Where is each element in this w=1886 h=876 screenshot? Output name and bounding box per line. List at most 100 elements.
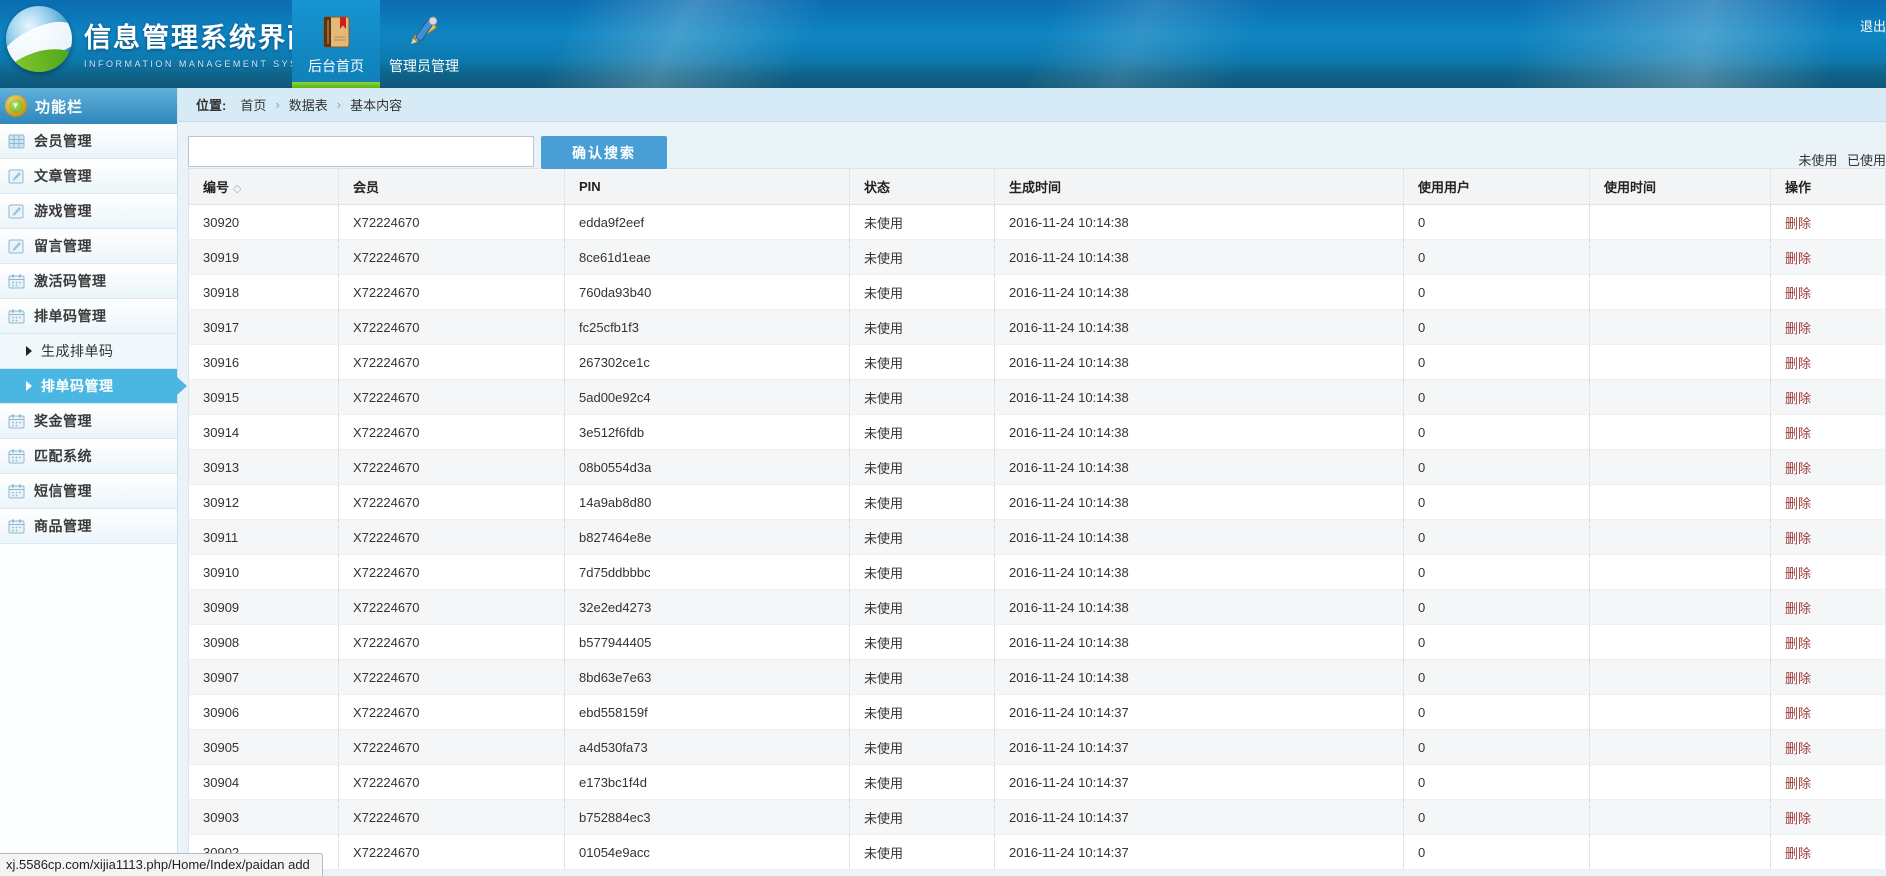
cell-member: X72224670 (339, 625, 565, 660)
sidebar-item-匹配系统[interactable]: 匹配系统 (0, 439, 177, 474)
sidebar: ▼ 功能栏 会员管理 文章管理 游戏管理 留言管理 激活码管理 排单码管理 生成… (0, 88, 178, 876)
sidebar-item-游戏管理[interactable]: 游戏管理 (0, 194, 177, 229)
table-row: 30906 X72224670 ebd558159f 未使用 2016-11-2… (189, 695, 1886, 730)
table-header: 编号◇ 会员 PIN 状态 生成时间 使用用户 使用时间 操作 (189, 169, 1886, 205)
cell-id: 30909 (189, 590, 339, 625)
cell-member: X72224670 (339, 485, 565, 520)
breadcrumb-datatable[interactable]: 数据表 (289, 95, 328, 114)
cell-pin: 08b0554d3a (565, 450, 850, 485)
cell-status: 未使用 (850, 415, 995, 450)
sidebar-item-文章管理[interactable]: 文章管理 (0, 159, 177, 194)
col-header-created: 生成时间 (995, 169, 1404, 205)
filter-unused-link[interactable]: 未使用 (1798, 153, 1837, 168)
delete-link[interactable]: 删除 (1785, 496, 1811, 511)
cell-member: X72224670 (339, 695, 565, 730)
delete-link[interactable]: 删除 (1785, 251, 1811, 266)
table-row: 30903 X72224670 b752884ec3 未使用 2016-11-2… (189, 800, 1886, 835)
cell-id: 30916 (189, 345, 339, 380)
calendar-icon (8, 518, 25, 535)
delete-link[interactable]: 删除 (1785, 601, 1811, 616)
sidebar-item-短信管理[interactable]: 短信管理 (0, 474, 177, 509)
delete-link[interactable]: 删除 (1785, 846, 1811, 861)
col-header-used-time: 使用时间 (1590, 169, 1771, 205)
cell-user: 0 (1404, 835, 1590, 870)
cell-created: 2016-11-24 10:14:38 (995, 240, 1404, 275)
col-header-id[interactable]: 编号◇ (189, 169, 339, 205)
delete-link[interactable]: 删除 (1785, 636, 1811, 651)
cell-pin: b577944405 (565, 625, 850, 660)
cell-status: 未使用 (850, 485, 995, 520)
delete-link[interactable]: 删除 (1785, 741, 1811, 756)
app-header: 信息管理系统界面 INFORMATION MANAGEMENT SYSTEM G… (0, 0, 1886, 88)
cell-used-time (1590, 485, 1771, 520)
sidebar-item-奖金管理[interactable]: 奖金管理 (0, 404, 177, 439)
cell-pin: 3e512f6fdb (565, 415, 850, 450)
cell-pin: fc25cfb1f3 (565, 310, 850, 345)
tab-backend-home[interactable]: 后台首页 (292, 0, 380, 88)
cell-created: 2016-11-24 10:14:37 (995, 800, 1404, 835)
sidebar-title: 功能栏 (35, 96, 83, 117)
app-logo (6, 6, 78, 78)
cell-id: 30917 (189, 310, 339, 345)
logout-link[interactable]: 退出 (1860, 16, 1886, 35)
sidebar-item-商品管理[interactable]: 商品管理 (0, 509, 177, 544)
sidebar-item-激活码管理[interactable]: 激活码管理 (0, 264, 177, 299)
sort-icon[interactable]: ◇ (233, 183, 241, 195)
cell-member: X72224670 (339, 205, 565, 240)
cell-created: 2016-11-24 10:14:38 (995, 450, 1404, 485)
breadcrumb-basic-content[interactable]: 基本内容 (350, 95, 402, 114)
delete-link[interactable]: 删除 (1785, 811, 1811, 826)
admin-tools-icon (405, 13, 443, 51)
delete-link[interactable]: 删除 (1785, 426, 1811, 441)
table-row: 30913 X72224670 08b0554d3a 未使用 2016-11-2… (189, 450, 1886, 485)
filter-used-link[interactable]: 已使用 (1847, 153, 1886, 168)
delete-link[interactable]: 删除 (1785, 321, 1811, 336)
sidebar-item-留言管理[interactable]: 留言管理 (0, 229, 177, 264)
cell-pin: b827464e8e (565, 520, 850, 555)
cell-id: 30910 (189, 555, 339, 590)
cell-created: 2016-11-24 10:14:37 (995, 765, 1404, 800)
delete-link[interactable]: 删除 (1785, 356, 1811, 371)
sidebar-subitem-排单码管理[interactable]: 排单码管理 (0, 369, 177, 404)
cell-user: 0 (1404, 590, 1590, 625)
cell-used-time (1590, 800, 1771, 835)
tab-admin-management[interactable]: 管理员管理 (380, 0, 468, 88)
cell-pin: 7d75ddbbbc (565, 555, 850, 590)
top-nav-tabs: 后台首页 管理员管理 (292, 0, 468, 88)
cell-status: 未使用 (850, 555, 995, 590)
delete-link[interactable]: 删除 (1785, 391, 1811, 406)
cell-pin: 14a9ab8d80 (565, 485, 850, 520)
cell-member: X72224670 (339, 835, 565, 870)
breadcrumb-home[interactable]: 首页 (240, 95, 266, 114)
sidebar-item-会员管理[interactable]: 会员管理 (0, 124, 177, 159)
table-row: 30911 X72224670 b827464e8e 未使用 2016-11-2… (189, 520, 1886, 555)
edit-icon (8, 168, 25, 185)
cell-used-time (1590, 275, 1771, 310)
sidebar-subitem-生成排单码[interactable]: 生成排单码 (0, 334, 177, 369)
confirm-search-button[interactable]: 确认搜索 (541, 136, 667, 169)
cell-created: 2016-11-24 10:14:37 (995, 695, 1404, 730)
cell-user: 0 (1404, 660, 1590, 695)
globe-logo-icon (6, 6, 72, 72)
breadcrumb-separator: › (275, 97, 279, 112)
cell-member: X72224670 (339, 415, 565, 450)
table-row: 30917 X72224670 fc25cfb1f3 未使用 2016-11-2… (189, 310, 1886, 345)
sidebar-item-排单码管理[interactable]: 排单码管理 (0, 299, 177, 334)
delete-link[interactable]: 删除 (1785, 216, 1811, 231)
cell-id: 30912 (189, 485, 339, 520)
arrow-icon (26, 346, 32, 356)
cell-status: 未使用 (850, 275, 995, 310)
delete-link[interactable]: 删除 (1785, 286, 1811, 301)
table-row: 30920 X72224670 edda9f2eef 未使用 2016-11-2… (189, 205, 1886, 240)
breadcrumb-separator: › (337, 97, 341, 112)
delete-link[interactable]: 删除 (1785, 566, 1811, 581)
delete-link[interactable]: 删除 (1785, 706, 1811, 721)
delete-link[interactable]: 删除 (1785, 531, 1811, 546)
delete-link[interactable]: 删除 (1785, 461, 1811, 476)
cell-user: 0 (1404, 275, 1590, 310)
delete-link[interactable]: 删除 (1785, 776, 1811, 791)
edit-icon (8, 238, 25, 255)
delete-link[interactable]: 删除 (1785, 671, 1811, 686)
search-input[interactable] (188, 136, 534, 167)
cell-user: 0 (1404, 345, 1590, 380)
